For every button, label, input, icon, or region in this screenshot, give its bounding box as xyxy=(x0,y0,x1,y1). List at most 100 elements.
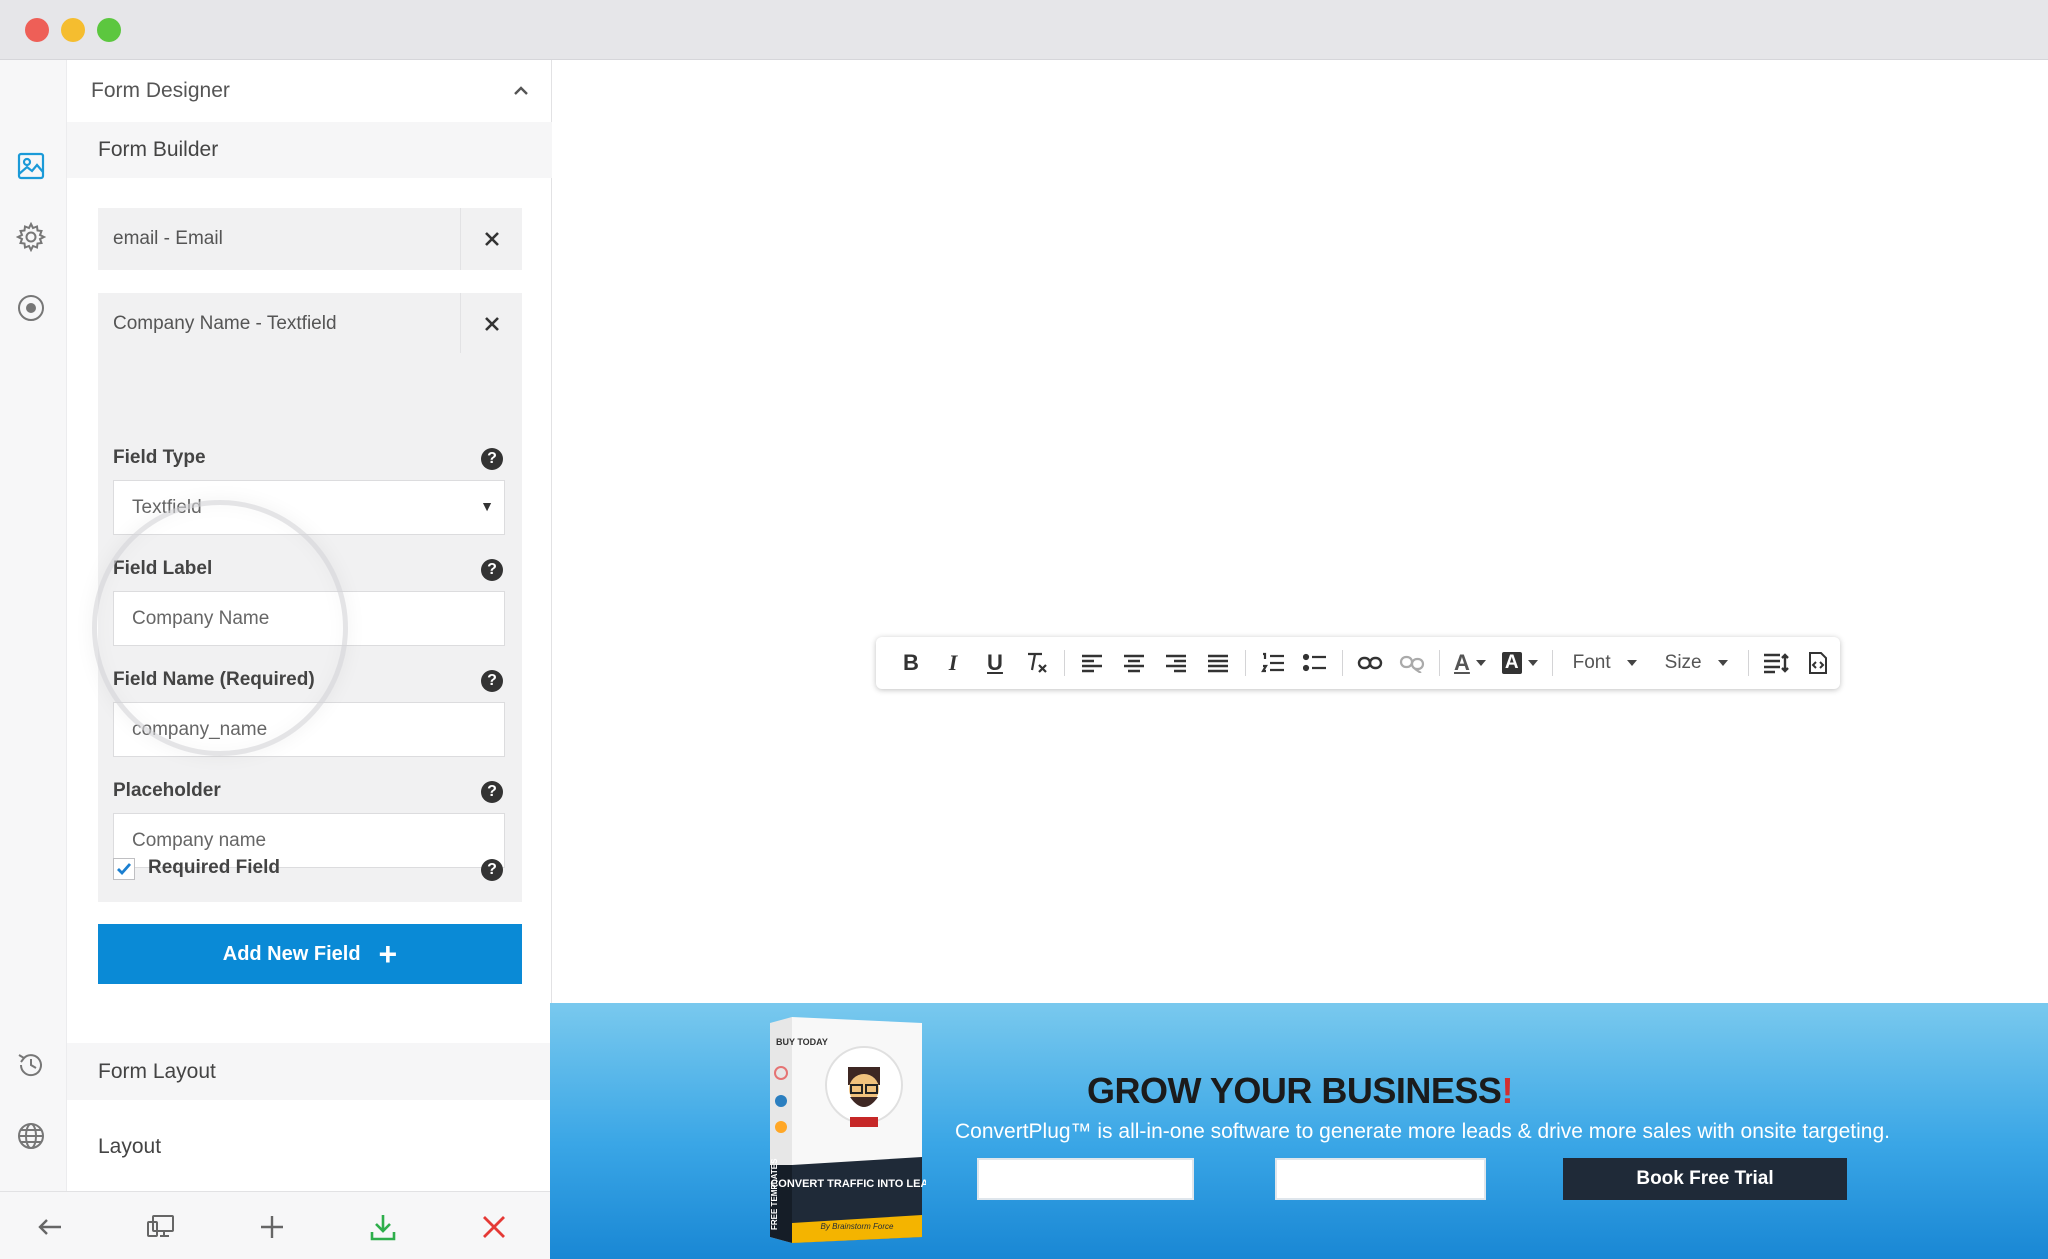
help-icon[interactable]: ? xyxy=(481,859,503,881)
italic-icon[interactable]: I xyxy=(932,643,974,683)
underline-icon[interactable]: U xyxy=(974,643,1016,683)
product-box-image: BUY TODAY CONVERT TRAFFIC INTO LEADS By … xyxy=(764,1015,944,1245)
source-icon[interactable] xyxy=(1797,643,1839,683)
text-color-icon: A xyxy=(1454,650,1470,675)
banner-company-input[interactable] xyxy=(1275,1158,1486,1200)
field-type-label: Field Type xyxy=(113,447,206,468)
field-row-email[interactable]: email - Email xyxy=(98,208,522,270)
unordered-list-icon[interactable] xyxy=(1294,643,1336,683)
chevron-down-icon: ▼ xyxy=(480,498,494,514)
field-settings: Field Type ? Textfield ▼ Field Label ? C… xyxy=(98,353,522,902)
add-new-field-button[interactable]: Add New Field + xyxy=(98,924,522,984)
close-icon[interactable] xyxy=(477,1210,511,1244)
field-name-input[interactable]: company_name xyxy=(113,702,505,757)
banner-title: GROW YOUR BUSINESS! xyxy=(1000,1070,1600,1112)
field-type-select[interactable]: Textfield ▼ xyxy=(113,480,505,535)
gear-icon[interactable] xyxy=(14,220,48,254)
rich-text-toolbar: B I U A A Font Size xyxy=(876,637,1840,689)
align-center-icon[interactable] xyxy=(1113,643,1155,683)
field-row-label: Company Name - Textfield xyxy=(113,313,337,334)
help-icon[interactable]: ? xyxy=(481,448,503,470)
book-free-trial-label: Book Free Trial xyxy=(1636,1168,1774,1189)
justify-icon[interactable] xyxy=(1197,643,1239,683)
help-icon[interactable]: ? xyxy=(481,670,503,692)
align-right-icon[interactable] xyxy=(1155,643,1197,683)
product-box-text-buy: BUY TODAY xyxy=(776,1037,828,1047)
icon-rail xyxy=(0,60,67,1191)
clear-format-icon[interactable] xyxy=(1016,643,1058,683)
window-minimize-button[interactable] xyxy=(61,18,85,42)
add-icon[interactable] xyxy=(255,1210,289,1244)
chevron-up-icon[interactable] xyxy=(510,80,532,102)
field-label-value: Company Name xyxy=(132,607,270,629)
toolbar-separator xyxy=(1551,650,1553,676)
window-close-button[interactable] xyxy=(25,18,49,42)
field-name-label: Field Name (Required) xyxy=(113,669,315,690)
device-preview-icon[interactable] xyxy=(144,1210,178,1244)
layout-section[interactable]: Layout xyxy=(67,1118,552,1175)
caret-icon xyxy=(1626,660,1637,666)
bold-icon[interactable]: B xyxy=(890,643,932,683)
help-icon[interactable]: ? xyxy=(481,781,503,803)
size-dropdown[interactable]: Size xyxy=(1651,652,1742,674)
caret-icon xyxy=(1717,660,1728,666)
history-icon[interactable] xyxy=(14,1048,48,1082)
font-dropdown[interactable]: Font xyxy=(1559,652,1651,674)
banner-title-text: GROW YOUR BUSINESS xyxy=(1087,1070,1502,1111)
help-icon[interactable]: ? xyxy=(481,559,503,581)
book-free-trial-button[interactable]: Book Free Trial xyxy=(1563,1158,1847,1200)
line-height-icon[interactable] xyxy=(1755,643,1797,683)
required-checkbox[interactable] xyxy=(113,858,135,880)
field-row-company-name[interactable]: Company Name - Textfield xyxy=(98,293,522,355)
layout-title: Layout xyxy=(98,1134,162,1158)
form-layout-section[interactable]: Form Layout xyxy=(67,1043,552,1100)
toolbar-separator xyxy=(1245,650,1246,676)
banner-subtitle: ConvertPlug™ is all-in-one software to g… xyxy=(955,1120,1890,1143)
link-icon[interactable] xyxy=(1349,643,1391,683)
field-name-value: company_name xyxy=(132,718,268,740)
panel-header[interactable]: Form Designer xyxy=(67,60,552,122)
placeholder-label: Placeholder xyxy=(113,780,221,801)
toolbar-separator xyxy=(1747,650,1749,676)
size-dropdown-label: Size xyxy=(1664,652,1702,673)
field-label-input[interactable]: Company Name xyxy=(113,591,505,646)
globe-icon[interactable] xyxy=(14,1119,48,1153)
image-icon[interactable] xyxy=(14,149,48,183)
promo-banner[interactable]: BUY TODAY CONVERT TRAFFIC INTO LEADS By … xyxy=(550,1003,2048,1259)
target-icon[interactable] xyxy=(14,291,48,325)
toolbar-separator xyxy=(1342,650,1343,676)
remove-field-button[interactable] xyxy=(460,208,522,270)
bottom-toolbar xyxy=(0,1191,552,1259)
window-titlebar xyxy=(0,0,2048,60)
caret-icon xyxy=(1475,660,1486,666)
toolbar-separator xyxy=(1064,650,1065,676)
close-icon xyxy=(484,317,499,331)
plus-icon: + xyxy=(378,936,398,972)
align-left-icon[interactable] xyxy=(1071,643,1113,683)
unlink-icon[interactable] xyxy=(1391,643,1433,683)
checkmark-icon xyxy=(117,863,132,876)
download-icon[interactable] xyxy=(366,1210,400,1244)
product-box-side-text: FREE TEMPLATES xyxy=(770,1158,779,1230)
remove-field-button[interactable] xyxy=(460,293,522,355)
form-designer-panel: Form Designer Form Builder email - Email… xyxy=(67,60,552,1191)
product-box-author: By Brainstorm Force xyxy=(821,1222,894,1231)
window-maximize-button[interactable] xyxy=(97,18,121,42)
back-icon[interactable] xyxy=(33,1210,67,1244)
form-builder-header[interactable]: Form Builder xyxy=(67,122,552,178)
placeholder-value: Company name xyxy=(132,829,267,851)
ordered-list-icon[interactable] xyxy=(1252,643,1294,683)
text-color-button[interactable]: A xyxy=(1446,650,1494,676)
banner-email-input[interactable] xyxy=(977,1158,1194,1200)
design-canvas[interactable] xyxy=(552,60,2048,1003)
required-label: Required Field xyxy=(148,857,280,878)
banner-title-mark: ! xyxy=(1501,1070,1513,1111)
background-color-icon: A xyxy=(1501,652,1522,674)
form-builder-title: Form Builder xyxy=(98,138,219,161)
field-label-label: Field Label xyxy=(113,558,213,579)
add-new-field-label: Add New Field xyxy=(222,942,361,965)
background-color-button[interactable]: A xyxy=(1494,652,1546,674)
form-layout-title: Form Layout xyxy=(98,1059,216,1083)
field-type-value: Textfield xyxy=(132,496,202,518)
panel-title: Form Designer xyxy=(91,79,230,102)
